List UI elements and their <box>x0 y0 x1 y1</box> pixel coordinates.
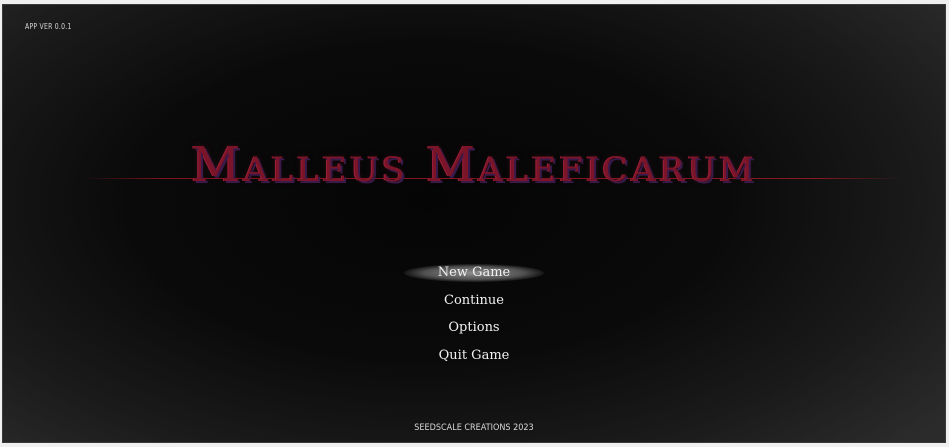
quit-game-label: Quit Game <box>438 347 510 363</box>
main-menu: New Game Continue Options Quit Game <box>3 259 945 369</box>
app-version-label: APP VER 0.0.1 <box>25 22 72 31</box>
continue-label: Continue <box>444 292 504 308</box>
new-game-label: New Game <box>437 265 511 280</box>
game-title: Malleus Maleficarum <box>191 137 757 193</box>
options-button[interactable]: Options <box>404 314 544 342</box>
continue-button[interactable]: Continue <box>404 287 544 315</box>
options-label: Options <box>448 320 500 335</box>
credits-footer: SEEDSCALE CREATIONS 2023 <box>414 423 534 433</box>
game-window: APP VER 0.0.1 Malleus Maleficarum New Ga… <box>3 5 945 442</box>
new-game-button[interactable]: New Game <box>404 259 544 287</box>
quit-game-button[interactable]: Quit Game <box>404 342 544 370</box>
